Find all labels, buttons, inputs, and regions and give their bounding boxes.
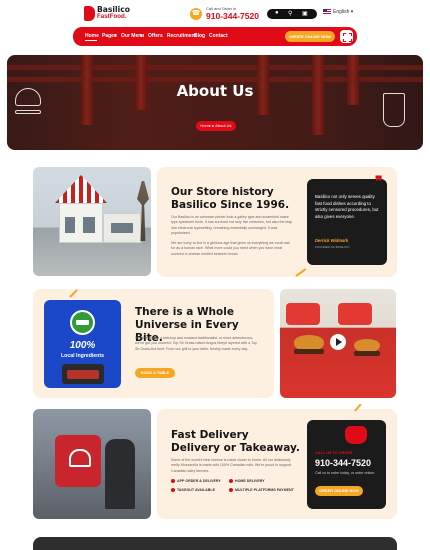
burger-patty — [294, 349, 324, 354]
call-caption: CALL US TO ORDER — [315, 451, 353, 455]
delivery-panel: Fast Delivery Delivery or Takeaway. Some… — [157, 409, 397, 519]
page-title: About Us — [176, 82, 254, 100]
footer-strip — [33, 537, 397, 550]
delivery-title-line2: Delivery or Takeaway. — [171, 442, 300, 454]
nav-item-offers[interactable]: Offers — [148, 33, 163, 39]
user-icon[interactable]: ● — [275, 10, 279, 16]
burger-bun — [354, 339, 380, 351]
local-ingredients-card: 100% Local Ingredients — [44, 300, 121, 388]
language-selector[interactable]: English ▾ — [323, 9, 353, 15]
quality-badge-icon — [70, 310, 95, 335]
feature-app-order: APP ORDER & DELIVERY — [171, 479, 221, 483]
chevron-down-icon: ▾ — [140, 33, 143, 39]
main-nav: Home Pages ▾ Our Menu ▾ Offers Recruitme… — [73, 27, 357, 46]
header-tools: ● ⚲ ▣ — [267, 9, 317, 19]
book-table-button[interactable]: BOOK A TABLE — [135, 368, 175, 378]
courier-person — [105, 439, 135, 509]
story-paragraph-1: Our Basilico is an unknown printer took … — [171, 215, 293, 236]
delivery-title-line1: Fast Delivery — [171, 429, 249, 441]
nav-item-recruitment[interactable]: Recruitment — [167, 33, 196, 39]
delivery-title: Fast Delivery Delivery or Takeaway. — [171, 429, 306, 455]
local-ingredients-percent: 100% — [69, 340, 96, 351]
quote-author-role: FOUNDER OF BASILICO — [315, 245, 350, 249]
store-window — [65, 217, 75, 233]
call-note: Call us to order today, or order online. — [315, 471, 376, 475]
logo-mark-icon — [84, 6, 95, 21]
courier-photo — [33, 409, 151, 519]
story-title-line1: Our Store history — [171, 186, 274, 198]
phone-icon: ☎ — [190, 8, 202, 20]
nav-active-indicator — [85, 40, 97, 41]
play-icon[interactable] — [330, 334, 346, 350]
story-paragraph-2: We are lucky to live in a glorious age t… — [171, 241, 290, 256]
burger-doodle-icon — [15, 110, 41, 114]
diner-seat — [286, 303, 320, 325]
story-panel: Our Store history Basilico Since 1996. O… — [157, 167, 397, 277]
order-phone[interactable]: ☎ Call and Order in 910-344-7520 — [190, 6, 260, 23]
quote-card: ❞ Basilico not only serves quality fast … — [307, 173, 387, 265]
chevron-down-icon: ▾ — [114, 33, 117, 39]
card-order-online-button[interactable]: ORDER ONLINE NOW — [315, 486, 363, 496]
feature-home-delivery: HOME DELIVERY — [229, 479, 265, 483]
hero-overlay — [7, 55, 423, 150]
universe-paragraph: Whether you're a ketchup and mustard tra… — [135, 336, 258, 351]
quote-author: Derrick Widmark — [315, 238, 349, 243]
story-title-line2: Basilico Since 1996. — [171, 199, 290, 211]
menu-toggle-icon[interactable] — [340, 30, 353, 43]
call-order-card: CALL US TO ORDER 910-344-7520 Call us to… — [307, 420, 386, 509]
language-label: English — [333, 9, 350, 15]
search-icon[interactable]: ⚲ — [288, 10, 292, 17]
nav-item-home[interactable]: Home — [85, 33, 99, 39]
meat-package — [62, 364, 104, 384]
delivery-paragraph: Some of the world's best cheese is made … — [171, 458, 292, 473]
breadcrumb[interactable]: Home ▸ About Us — [196, 121, 236, 131]
feature-takeout: TAKEOUT AVAILABLE — [171, 488, 215, 492]
top-bar: Basilico FastFood. ☎ Call and Order in 9… — [0, 0, 430, 27]
delivery-bag — [55, 435, 101, 487]
nav-item-blog[interactable]: Blog — [194, 33, 205, 39]
brand-tagline: FastFood. — [97, 13, 127, 20]
cart-icon[interactable]: ▣ — [302, 10, 308, 17]
universe-title-line1: There is a Whole — [135, 306, 234, 318]
brand-logo[interactable]: Basilico FastFood. — [84, 6, 144, 22]
store-photo — [33, 167, 151, 276]
quote-icon: ❞ — [375, 173, 383, 189]
feature-multiple-payment: MULTIPLE PLATFORMS PAYMENT — [229, 488, 294, 492]
scooter-icon — [345, 426, 367, 444]
burger-patty — [354, 351, 380, 356]
us-flag-icon — [323, 9, 331, 15]
store-window — [111, 223, 133, 233]
order-online-button[interactable]: ORDER ONLINE NOW — [285, 31, 335, 42]
burger-video-thumbnail[interactable] — [280, 289, 396, 398]
quote-text: Basilico not only serves quality fast fo… — [315, 194, 379, 219]
burger-bun — [294, 335, 324, 349]
diner-seat — [338, 303, 372, 325]
call-phone-number[interactable]: 910-344-7520 — [315, 458, 371, 468]
hero-banner: About Us Home ▸ About Us — [7, 55, 423, 150]
order-phone-number: 910-344-7520 — [206, 11, 259, 21]
story-title: Our Store history Basilico Since 1996. — [171, 186, 311, 212]
store-window — [83, 217, 95, 233]
nav-item-contact[interactable]: Contact — [209, 33, 228, 39]
store-roof — [55, 175, 107, 203]
local-ingredients-label: Local Ingredients — [61, 353, 104, 359]
